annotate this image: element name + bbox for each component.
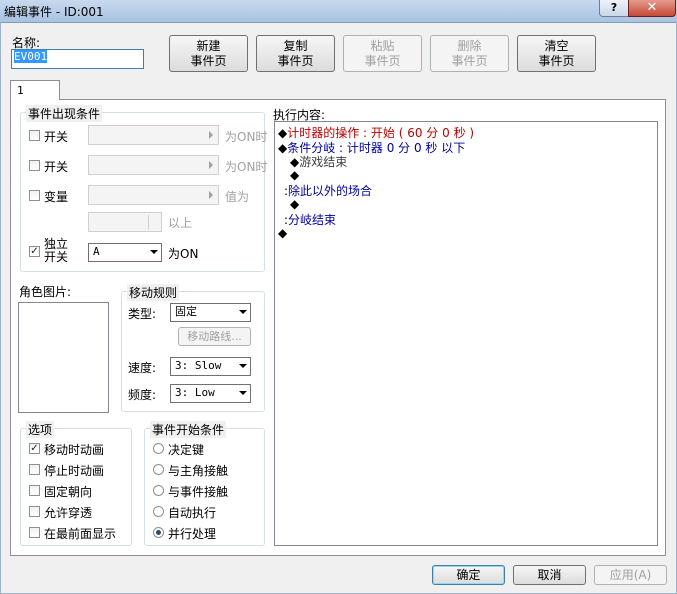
switch1-label: 开关 [44,130,69,144]
option-checkbox[interactable] [29,527,40,538]
help-button[interactable]: ? [599,0,629,17]
switch2-select[interactable] [88,155,219,175]
self-switch-label-2: 开关 [44,250,69,264]
switch2-checkbox[interactable] [29,160,40,171]
character-image-box[interactable] [18,302,109,413]
command-text: 分岐结束 [288,213,337,227]
copy-page-label-2: 事件页 [277,54,314,68]
trigger-label: 与事件接触 [168,485,229,499]
self-switch-checkbox[interactable]: ✓ [29,246,40,257]
movement-freq-value: 3: Low [175,386,215,399]
movement-speed-value: 3: Slow [175,359,222,372]
command-marker: ◆ [290,167,300,182]
paste-page-button[interactable]: 粘贴 事件页 [343,35,422,72]
chevron-down-icon [150,250,158,254]
command-line[interactable]: :分岐结束 [284,211,336,228]
movement-type-label: 类型: [128,307,157,321]
new-page-button[interactable]: 新建 事件页 [169,35,248,72]
title-bar: 编辑事件 - ID:001 [0,0,677,23]
options-title: 选项 [26,421,55,438]
clear-page-label-1: 清空 [544,39,569,53]
self-switch-select[interactable]: A [88,243,162,262]
movement-type-select[interactable]: 固定 [170,303,251,322]
command-marker: ◆ [278,140,288,155]
movement-freq-select[interactable]: 3: Low [170,384,251,403]
option-label: 移动时动画 [44,443,105,457]
command-marker: ◆ [290,196,300,211]
option-label: 允许穿透 [44,506,93,520]
option-label: 固定朝向 [44,485,93,499]
switch2-label: 开关 [44,160,69,174]
name-field-value: EV001 [14,50,48,63]
option-label: 停止时动画 [44,464,105,478]
switch2-suffix: 为ON时 [225,160,268,174]
chevron-down-icon [239,310,247,314]
clear-page-label-2: 事件页 [538,54,575,68]
chevron-down-icon [239,364,247,368]
switch1-suffix: 为ON时 [225,130,268,144]
command-marker: ◆ [278,225,288,240]
variable-value-spinner[interactable] [88,212,162,232]
trigger-title: 事件开始条件 [150,421,227,438]
trigger-radio[interactable] [153,464,164,475]
command-line[interactable]: ◆ [290,197,299,211]
movement-freq-label: 频度: [128,388,157,402]
self-switch-value: A [93,245,100,258]
trigger-radio[interactable] [153,527,164,538]
trigger-radio[interactable] [153,506,164,517]
copy-page-button[interactable]: 复制 事件页 [256,35,335,72]
name-field[interactable]: EV001 [11,49,144,69]
above-label: 以上 [168,216,193,230]
paste-page-label-2: 事件页 [364,54,401,68]
delete-page-label-2: 事件页 [451,54,488,68]
ok-button[interactable]: 确定 [432,565,505,585]
delete-page-button[interactable]: 删除 事件页 [430,35,509,72]
option-checkbox[interactable] [29,464,40,475]
movement-speed-select[interactable]: 3: Slow [170,357,251,376]
trigger-radio[interactable] [153,485,164,496]
self-switch-suffix: 为ON [168,247,199,261]
trigger-label: 并行处理 [168,527,217,541]
movement-title: 移动规则 [127,284,180,301]
new-page-label-1: 新建 [196,39,221,53]
cancel-button[interactable]: 取消 [513,565,586,585]
command-line[interactable]: ◆ [290,168,299,182]
command-text: 游戏结束 [299,155,348,169]
switch1-select[interactable] [88,125,219,145]
window-title: 编辑事件 - ID:001 [4,5,104,19]
conditions-title: 事件出现条件 [26,105,103,122]
movement-type-value: 固定 [175,305,197,318]
trigger-label: 与主角接触 [168,464,229,478]
variable-suffix: 值为 [225,190,250,204]
switch1-checkbox[interactable] [29,130,40,141]
apply-button[interactable]: 应用(A) [594,565,667,585]
option-checkbox[interactable]: ✓ [29,443,40,454]
trigger-label: 自动执行 [168,506,217,520]
check-icon: ✓ [30,443,39,454]
copy-page-label-1: 复制 [283,39,308,53]
command-line[interactable]: ◆ [278,226,287,240]
variable-select[interactable] [88,185,219,205]
variable-checkbox[interactable] [29,190,40,201]
move-route-button[interactable]: 移动路线... [178,327,251,346]
variable-label: 变量 [44,190,69,204]
option-label: 在最前面显示 [44,527,117,541]
character-image-label: 角色图片: [19,285,72,299]
contents-list[interactable]: ◆计时器的操作 : 开始 ( 60 分 0 秒 ) ◆条件分岐 : 计时器 0 分… [274,121,658,546]
trigger-label: 决定键 [168,443,205,457]
close-button[interactable]: ✕ [628,0,676,17]
paste-page-label-1: 粘贴 [370,39,395,53]
option-checkbox[interactable] [29,485,40,496]
tab-page-1[interactable]: 1 [10,80,60,100]
movement-speed-label: 速度: [128,361,157,375]
spinner-arrows-icon [148,215,159,229]
clear-page-button[interactable]: 清空 事件页 [517,35,596,72]
new-page-label-2: 事件页 [190,54,227,68]
command-text: 除此以外的场合 [288,184,373,198]
trigger-radio[interactable] [153,443,164,454]
chevron-down-icon [239,391,247,395]
delete-page-label-1: 删除 [457,39,482,53]
option-checkbox[interactable] [29,506,40,517]
check-icon: ✓ [30,246,39,257]
